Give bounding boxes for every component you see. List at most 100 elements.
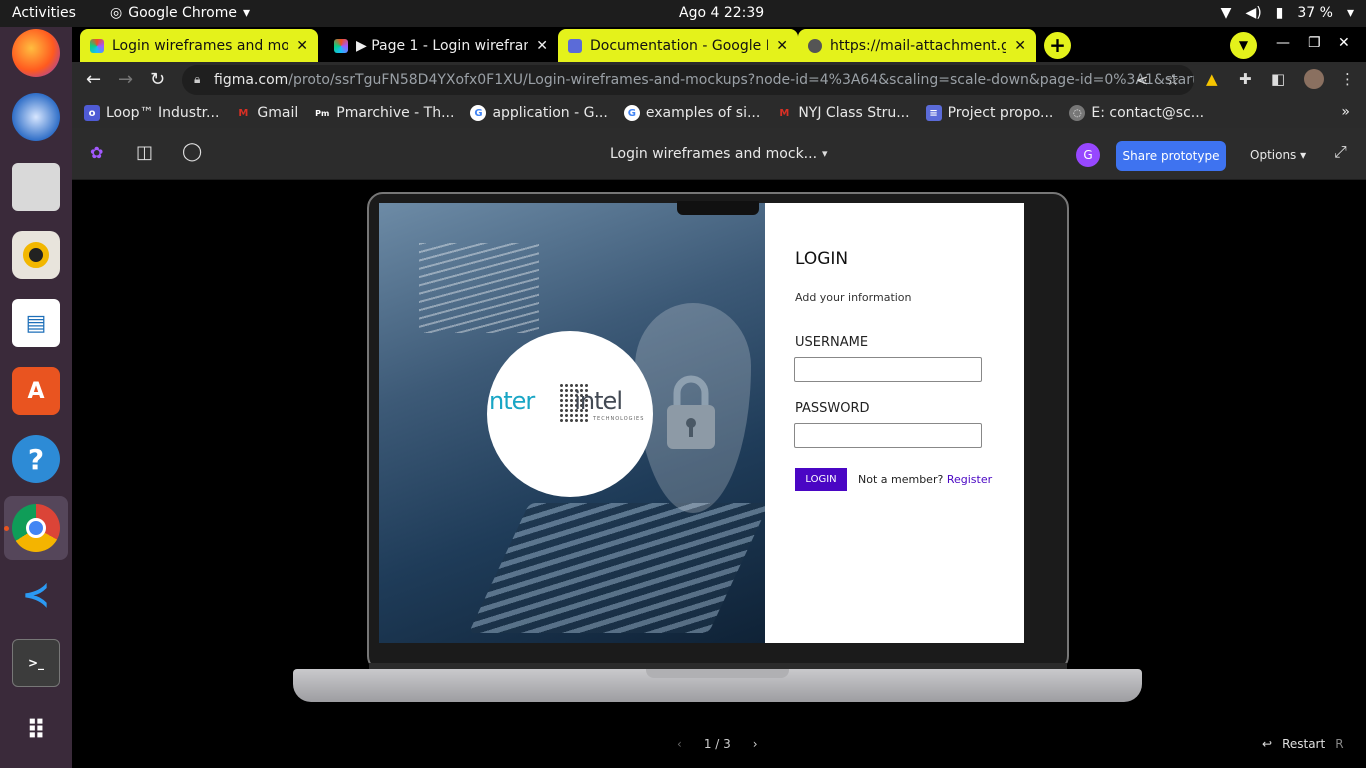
bookmark-contact[interactable]: ◌ E: contact@sc...	[1069, 105, 1204, 121]
side-panel-icon[interactable]: ◧	[1271, 70, 1285, 88]
dock: ▤ A ? ≺ >_ ⠿	[0, 27, 72, 768]
logo-right-text: intel	[574, 387, 623, 415]
battery-icon: ▮	[1275, 5, 1284, 21]
clock[interactable]: Ago 4 22:39	[679, 5, 764, 21]
tab-mail-attachment[interactable]: https://mail-attachment.g ✕	[798, 29, 1036, 62]
browser-toolbar: ← → ↻ 🔒︎ figma.com/proto/ssrTguFN58D4YXo…	[72, 62, 1366, 98]
lock-icon: 🔒︎	[194, 72, 201, 86]
bookmark-loop[interactable]: o Loop™ Industr...	[84, 105, 219, 121]
share-icon[interactable]: ⋖	[1136, 71, 1149, 89]
vscode-icon[interactable]: ≺	[12, 571, 60, 619]
bookmark-nyj[interactable]: M NYJ Class Stru...	[776, 105, 909, 121]
logo-left-text: nter	[489, 387, 535, 415]
fullscreen-icon[interactable]: ⤢	[1334, 142, 1347, 162]
restart-button[interactable]: ↩ Restart R	[1262, 737, 1344, 751]
figma-favicon-icon	[90, 38, 104, 53]
options-button[interactable]: Options ▾	[1250, 148, 1306, 162]
tab-search-button[interactable]: ▼	[1230, 32, 1257, 59]
laptop-groove	[646, 669, 789, 678]
tab-login-wireframes[interactable]: Login wireframes and mo ✕	[80, 29, 318, 62]
thunderbird-icon[interactable]	[12, 93, 60, 141]
share-prototype-button[interactable]: Share prototype	[1116, 141, 1226, 171]
files-icon[interactable]	[12, 163, 60, 211]
tab-documentation[interactable]: Documentation - Google D ✕	[558, 29, 798, 62]
terminal-icon[interactable]: >_	[12, 639, 60, 687]
help-icon[interactable]: ?	[12, 435, 60, 483]
close-window-icon[interactable]: ✕	[1338, 35, 1350, 51]
reload-icon[interactable]: ↻	[150, 69, 165, 90]
bookmark-gmail[interactable]: M Gmail	[235, 105, 298, 121]
bookmark-label: E: contact@sc...	[1091, 105, 1205, 121]
username-field[interactable]	[794, 357, 982, 382]
profile-avatar[interactable]	[1304, 69, 1324, 89]
volume-icon: ◀)	[1245, 5, 1262, 21]
login-heading: LOGIN	[795, 249, 849, 269]
globe-favicon-icon	[808, 38, 822, 53]
bookmark-application[interactable]: Gapplication - G...	[470, 105, 608, 121]
avatar[interactable]: G	[1076, 143, 1100, 167]
password-label: PASSWORD	[795, 401, 870, 416]
writer-icon[interactable]: ▤	[12, 299, 60, 347]
sidebar-toggle-icon[interactable]: ◫	[136, 142, 153, 163]
options-label: Options	[1250, 148, 1297, 162]
comment-icon[interactable]: ◯	[182, 141, 202, 162]
close-icon[interactable]: ✕	[1014, 38, 1026, 54]
close-icon[interactable]: ✕	[776, 38, 788, 54]
minimize-icon[interactable]: —	[1276, 35, 1290, 51]
figma-favicon-icon	[334, 38, 348, 53]
battery-percent: 37 %	[1297, 5, 1333, 21]
padlock-icon	[667, 375, 715, 449]
extensions-puzzle-icon[interactable]: ✚	[1239, 70, 1252, 88]
bookmarks-overflow-icon[interactable]: »	[1341, 104, 1350, 120]
bookmark-star-icon[interactable]: ☆	[1166, 71, 1179, 89]
rhythmbox-icon[interactable]	[12, 231, 60, 279]
app-menu[interactable]: ◎ Google Chrome ▾	[110, 5, 250, 21]
login-button[interactable]: LOGIN	[795, 468, 847, 491]
prototype-frame[interactable]: nter intel TECHNOLOGIES LOGIN Add your in…	[379, 203, 1024, 643]
tab-title: ▶ Page 1 - Login wirefram	[356, 37, 529, 54]
forward-icon[interactable]: →	[118, 69, 133, 90]
chrome-icon[interactable]	[12, 504, 60, 552]
address-bar[interactable]: 🔒︎ figma.com/proto/ssrTguFN58D4YXofx0F1X…	[182, 65, 1194, 95]
previous-page-icon[interactable]: ‹	[677, 737, 682, 751]
new-tab-button[interactable]: +	[1044, 32, 1071, 59]
system-tray[interactable]: ▼ ◀) ▮ 37 % ▾	[1221, 5, 1354, 21]
chevron-down-icon[interactable]: ▾	[822, 147, 828, 160]
pm-icon: Pm	[315, 108, 330, 118]
gmail-icon: M	[779, 107, 790, 119]
logo-subtitle: TECHNOLOGIES	[593, 416, 645, 422]
bookmark-project[interactable]: ≡ Project propo...	[925, 105, 1053, 121]
login-form: LOGIN Add your information USERNAME PASS…	[765, 203, 1024, 643]
bookmarks-bar: o Loop™ Industr... M Gmail Pm Pmarchive - T…	[72, 98, 1366, 128]
tab-page-1[interactable]: ▶ Page 1 - Login wirefram ✕	[324, 29, 558, 62]
activities-button[interactable]: Activities	[12, 5, 76, 21]
bookmark-pmarchive[interactable]: Pm Pmarchive - Th...	[314, 105, 454, 121]
next-page-icon[interactable]: ›	[753, 737, 758, 751]
register-link[interactable]: Register	[947, 473, 992, 486]
app-name: Google Chrome	[128, 5, 237, 21]
figma-toolbar: ✿ ◫ ◯ Login wireframes and mock... ▾ G S…	[72, 128, 1366, 180]
close-icon[interactable]: ✕	[296, 38, 308, 54]
google-icon: G	[623, 105, 640, 121]
pagination: ‹ 1 / 3 ›	[677, 737, 758, 751]
globe-icon: ◌	[1069, 105, 1086, 121]
figma-logo-icon[interactable]: ✿	[90, 143, 103, 162]
prototype-canvas: nter intel TECHNOLOGIES LOGIN Add your in…	[72, 181, 1366, 768]
extension-warning-icon[interactable]: ▲	[1206, 70, 1218, 88]
show-apps-icon[interactable]: ⠿	[12, 707, 60, 755]
password-field[interactable]	[794, 423, 982, 448]
firefox-icon[interactable]	[12, 29, 60, 77]
not-member-text: Not a member?	[858, 473, 944, 486]
file-title[interactable]: Login wireframes and mock...	[610, 146, 817, 162]
bookmark-examples[interactable]: Gexamples of si...	[623, 105, 760, 121]
tab-title: https://mail-attachment.g	[830, 37, 1007, 54]
maximize-icon[interactable]: ❐	[1308, 35, 1321, 51]
back-icon[interactable]: ←	[86, 69, 101, 90]
chevron-down-icon: ▾	[1346, 5, 1354, 21]
close-icon[interactable]: ✕	[536, 38, 548, 54]
software-store-icon[interactable]: A	[12, 367, 60, 415]
bookmark-label: Pmarchive - Th...	[336, 105, 455, 121]
restart-arrow-icon: ↩	[1262, 737, 1273, 751]
chevron-down-icon: ▾	[242, 5, 250, 21]
menu-icon[interactable]: ⋮	[1340, 70, 1355, 88]
